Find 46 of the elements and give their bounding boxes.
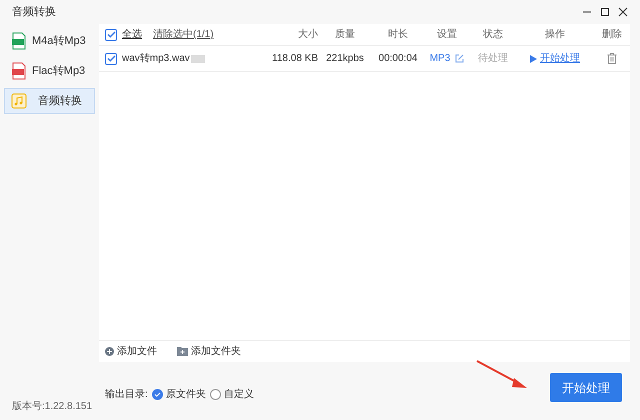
- select-all-link[interactable]: 全选: [122, 27, 142, 42]
- file-icon: [11, 62, 27, 80]
- version-label: 版本号:1.22.8.151: [11, 400, 94, 414]
- music-note-icon: [11, 93, 27, 109]
- checkbox[interactable]: [105, 52, 117, 64]
- arrow-drawing: [476, 360, 528, 390]
- close-icon[interactable]: [618, 7, 628, 17]
- table-cell-text: 221kpbs: [325, 52, 365, 66]
- column-header: 操作: [544, 28, 566, 42]
- blurred-text-drawing: [190, 54, 205, 62]
- sidebar-item[interactable]: 音频转换: [4, 88, 95, 114]
- format-link[interactable]: MP3: [430, 51, 450, 66]
- sidebar-item[interactable]: Flac转Mp3: [4, 58, 95, 84]
- column-header: 删除: [601, 28, 623, 42]
- radio-button[interactable]: [152, 389, 163, 400]
- play-icon: [530, 54, 537, 62]
- file-name: wav转mp3.wav: [122, 52, 190, 66]
- table-cell-text: 00:00:04: [378, 52, 418, 66]
- trash-icon[interactable]: [607, 53, 617, 64]
- radio-button[interactable]: [210, 389, 221, 400]
- status-text: 待处理: [477, 52, 509, 66]
- radio-label[interactable]: 原文件夹: [166, 387, 206, 402]
- add-file-button[interactable]: 添加文件: [117, 344, 157, 359]
- radio-label[interactable]: 自定义: [224, 387, 254, 402]
- clear-selection-link[interactable]: 清除选中(1/1): [153, 27, 214, 42]
- column-header: 大小: [297, 28, 318, 42]
- column-header: 设置: [436, 28, 458, 42]
- maximize-icon[interactable]: [600, 7, 610, 17]
- column-header: 状态: [482, 28, 504, 42]
- output-directory-label: 输出目录:: [105, 388, 148, 402]
- check-icon: [106, 54, 116, 63]
- column-header: 质量: [334, 28, 356, 42]
- window-title: 音频转换: [12, 4, 56, 20]
- sidebar-item[interactable]: M4a转Mp3: [4, 28, 95, 54]
- start-process-button[interactable]: 开始处理: [550, 373, 622, 402]
- table-cell-text: 118.08 KB: [271, 52, 318, 66]
- start-process-link[interactable]: 开始处理: [540, 51, 580, 66]
- file-icon: [11, 32, 27, 50]
- folder-plus-icon[interactable]: [177, 347, 188, 356]
- check-icon: [154, 391, 161, 398]
- edit-icon[interactable]: [455, 54, 464, 63]
- add-folder-button[interactable]: 添加文件夹: [191, 344, 241, 359]
- plus-circle-icon[interactable]: [105, 347, 114, 356]
- check-icon: [106, 30, 116, 39]
- column-header: 时长: [387, 28, 409, 42]
- checkbox[interactable]: [105, 28, 117, 40]
